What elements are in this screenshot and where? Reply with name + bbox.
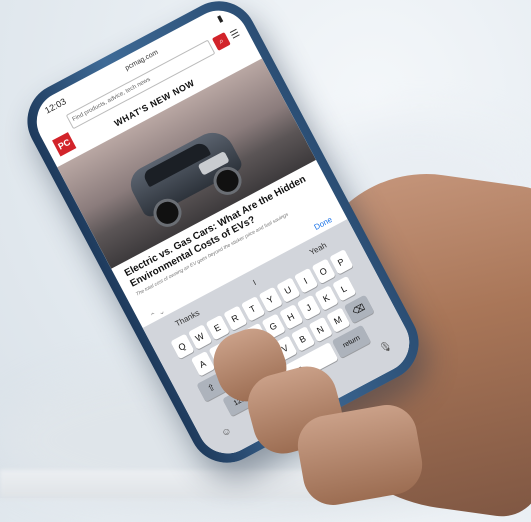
logo-spacer bbox=[48, 124, 66, 133]
microphone-icon[interactable]: 🎙 bbox=[378, 340, 394, 356]
hamburger-icon[interactable]: ☰ bbox=[229, 27, 242, 41]
battery-icon: ▮ bbox=[215, 12, 225, 24]
suggestion-item[interactable]: Thanks bbox=[173, 308, 200, 328]
emoji-icon[interactable]: ☺ bbox=[219, 425, 233, 440]
suggestion-item[interactable]: Yeah bbox=[308, 240, 328, 256]
search-icon[interactable]: ⌕ bbox=[211, 31, 231, 51]
suggestion-item[interactable]: I bbox=[251, 278, 257, 287]
